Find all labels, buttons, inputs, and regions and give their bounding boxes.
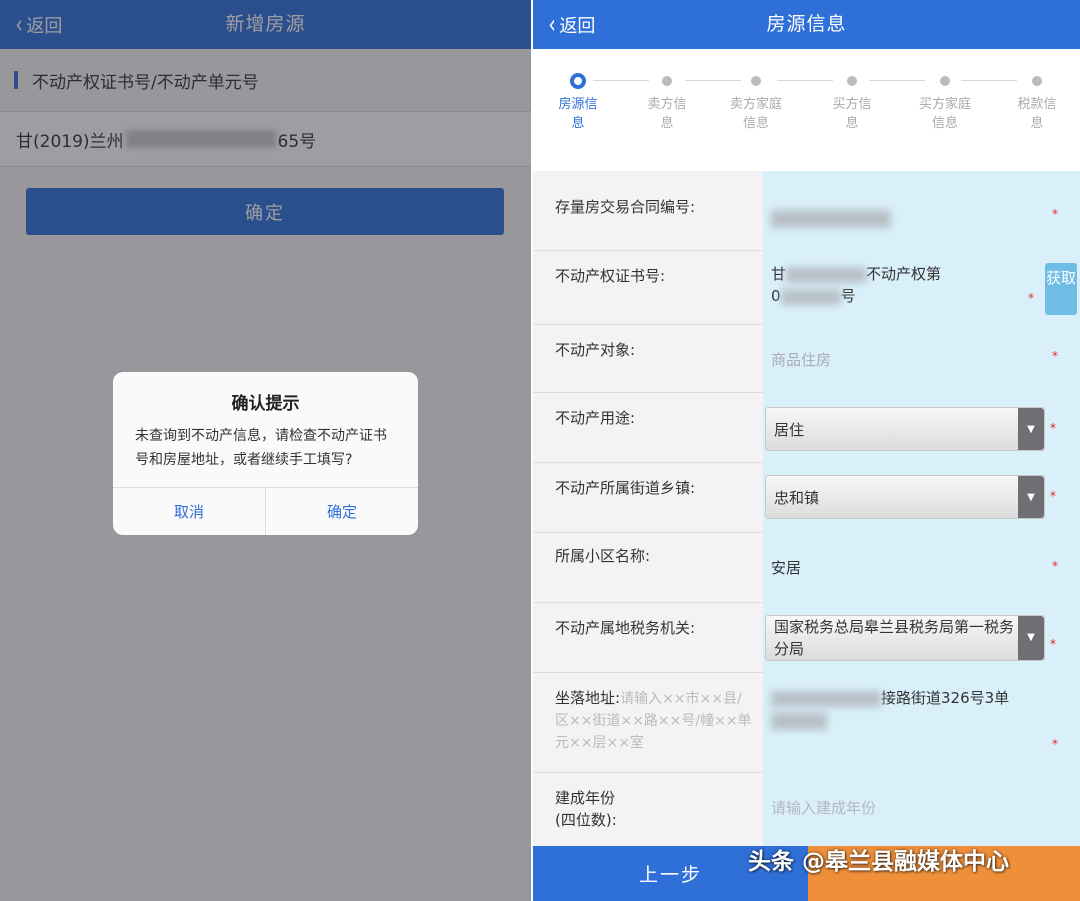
dropdown-arrow-icon: ▼	[1018, 476, 1044, 518]
step-house-info[interactable]: 房源信息	[543, 73, 613, 133]
source-watermark: 头条 @皋兰县融媒体中心	[748, 849, 1010, 875]
step-dot	[1032, 76, 1042, 86]
build-year-label-line2: (四位数):	[555, 811, 617, 829]
address-label: 坐落地址:	[555, 689, 621, 707]
step-dot	[662, 76, 672, 86]
tax-office-selected-value: 国家税务总局皋兰县税务局第一税务分局	[774, 618, 1015, 658]
redacted-blur	[780, 288, 841, 305]
street-selected-value: 忠和镇	[774, 488, 820, 507]
required-mark: *	[1028, 291, 1034, 305]
step-dot	[847, 76, 857, 86]
form-row-object: 不动产对象: 商品住房 *	[533, 325, 1080, 393]
cert-no-label: 不动产权证书号:	[555, 267, 666, 285]
tax-office-select[interactable]: 国家税务总局皋兰县税务局第一税务分局 ▼	[765, 615, 1045, 661]
step-seller-info[interactable]: 卖方信息	[632, 73, 702, 133]
cert-no-line2-suffix: 号	[840, 287, 856, 305]
street-label: 不动产所属街道乡镇:	[555, 479, 696, 497]
dropdown-arrow-icon: ▼	[1018, 616, 1044, 660]
form-row-community: 所属小区名称: 安居 *	[533, 533, 1080, 603]
build-year-label: 建成年份 (四位数):	[555, 787, 617, 831]
left-phone-screen: ‹ 返回 新增房源 不动产权证书号/不动产单元号 甘(2019)兰州 65号 确…	[0, 0, 531, 901]
required-mark: *	[1052, 349, 1058, 363]
usage-label: 不动产用途:	[555, 409, 636, 427]
step-buyer-info[interactable]: 买方信息	[817, 73, 887, 133]
right-nav-bar: ‹ 返回 房源信息	[533, 0, 1080, 49]
required-mark: *	[1052, 559, 1058, 573]
tax-office-label: 不动产属地税务机关:	[555, 619, 696, 637]
required-mark: *	[1050, 489, 1056, 503]
confirm-dialog: 确认提示 未查询到不动产信息，请检查不动产证书号和房屋地址，或者继续手工填写? …	[113, 372, 418, 535]
dropdown-arrow-icon: ▼	[1018, 408, 1044, 450]
step-label: 税款信息	[1017, 97, 1057, 131]
usage-selected-value: 居住	[774, 420, 805, 439]
dialog-buttons: 取消 确定	[113, 487, 418, 535]
contract-no-input[interactable]	[771, 207, 891, 229]
right-page-title: 房源信息	[766, 13, 847, 35]
form-row-address: 坐落地址:请输入××市××县/区××街道××路××号/幢××单元××层××室 接…	[533, 673, 1080, 773]
redacted-blur	[786, 266, 867, 283]
progress-steps: 房源信息 卖方信息 卖方家庭信息 买方信息 买方家庭信息 税款信息	[533, 49, 1080, 171]
required-mark: *	[1052, 737, 1058, 751]
step-buyer-family-info[interactable]: 买方家庭信息	[910, 73, 980, 133]
form-row-usage: 不动产用途: 居住 ▼ *	[533, 393, 1080, 463]
step-tax-info[interactable]: 税款信息	[1002, 73, 1072, 133]
step-label: 买方信息	[832, 97, 872, 131]
redacted-blur	[771, 690, 881, 707]
community-label: 所属小区名称:	[555, 547, 651, 565]
form-row-street: 不动产所属街道乡镇: 忠和镇 ▼ *	[533, 463, 1080, 533]
form-row-contract-no: 存量房交易合同编号: *	[533, 171, 1080, 251]
dialog-message: 未查询到不动产信息，请检查不动产证书号和房屋地址，或者继续手工填写?	[135, 428, 387, 468]
community-input[interactable]: 安居	[771, 557, 801, 579]
required-mark: *	[1050, 637, 1056, 651]
dialog-cancel-button[interactable]: 取消	[113, 488, 266, 535]
cert-no-line2-prefix: 0	[771, 287, 781, 305]
address-value[interactable]: 接路街道326号3单	[771, 687, 1041, 731]
usage-select[interactable]: 居住 ▼	[765, 407, 1045, 451]
step-dot	[751, 76, 761, 86]
form-row-build-year: 建成年份 (四位数): 请输入建成年份	[533, 773, 1080, 846]
screenshot-root: ‹ 返回 新增房源 不动产权证书号/不动产单元号 甘(2019)兰州 65号 确…	[0, 0, 1080, 901]
address-label-block: 坐落地址:请输入××市××县/区××街道××路××号/幢××单元××层××室	[555, 687, 755, 754]
address-value-suffix: 接路街道326号3单	[881, 689, 1010, 707]
step-seller-family-info[interactable]: 卖方家庭信息	[721, 73, 791, 133]
dialog-ok-button[interactable]: 确定	[266, 488, 418, 535]
redacted-blur	[771, 711, 827, 730]
object-label: 不动产对象:	[555, 341, 636, 359]
dialog-title: 确认提示	[231, 394, 300, 414]
cert-no-value[interactable]: 甘 不动产权第 0 号	[771, 263, 1041, 307]
required-mark: *	[1050, 421, 1056, 435]
object-value: 商品住房	[771, 351, 832, 369]
contract-no-label: 存量房交易合同编号:	[555, 198, 696, 216]
build-year-label-line1: 建成年份	[555, 789, 616, 807]
form-row-tax-office: 不动产属地税务机关: 国家税务总局皋兰县税务局第一税务分局 ▼ *	[533, 603, 1080, 673]
street-select[interactable]: 忠和镇 ▼	[765, 475, 1045, 519]
step-label: 买方家庭信息	[918, 97, 971, 131]
required-mark: *	[1052, 207, 1058, 221]
cert-no-prefix: 甘	[771, 265, 787, 283]
form-row-cert-no: 不动产权证书号: 甘 不动产权第 0 号 *	[533, 251, 1080, 325]
step-dot	[940, 76, 950, 86]
right-phone-screen: ‹ 返回 房源信息 房源信息 卖方信息 卖方家庭信息 买方信息 买方家庭信息 税…	[533, 0, 1080, 901]
house-info-form: 存量房交易合同编号: * 不动产权证书号: 甘 不动产权第 0 号 * 获取 不动产…	[533, 171, 1080, 846]
step-dot-active	[570, 73, 586, 89]
step-label: 房源信息	[558, 97, 598, 131]
fetch-cert-button[interactable]: 获取	[1045, 263, 1077, 315]
step-label: 卖方家庭信息	[729, 97, 782, 131]
cert-no-mid: 不动产权第	[866, 265, 942, 283]
build-year-input[interactable]: 请输入建成年份	[771, 797, 876, 819]
step-label: 卖方信息	[647, 97, 687, 131]
redacted-blur	[771, 209, 891, 228]
